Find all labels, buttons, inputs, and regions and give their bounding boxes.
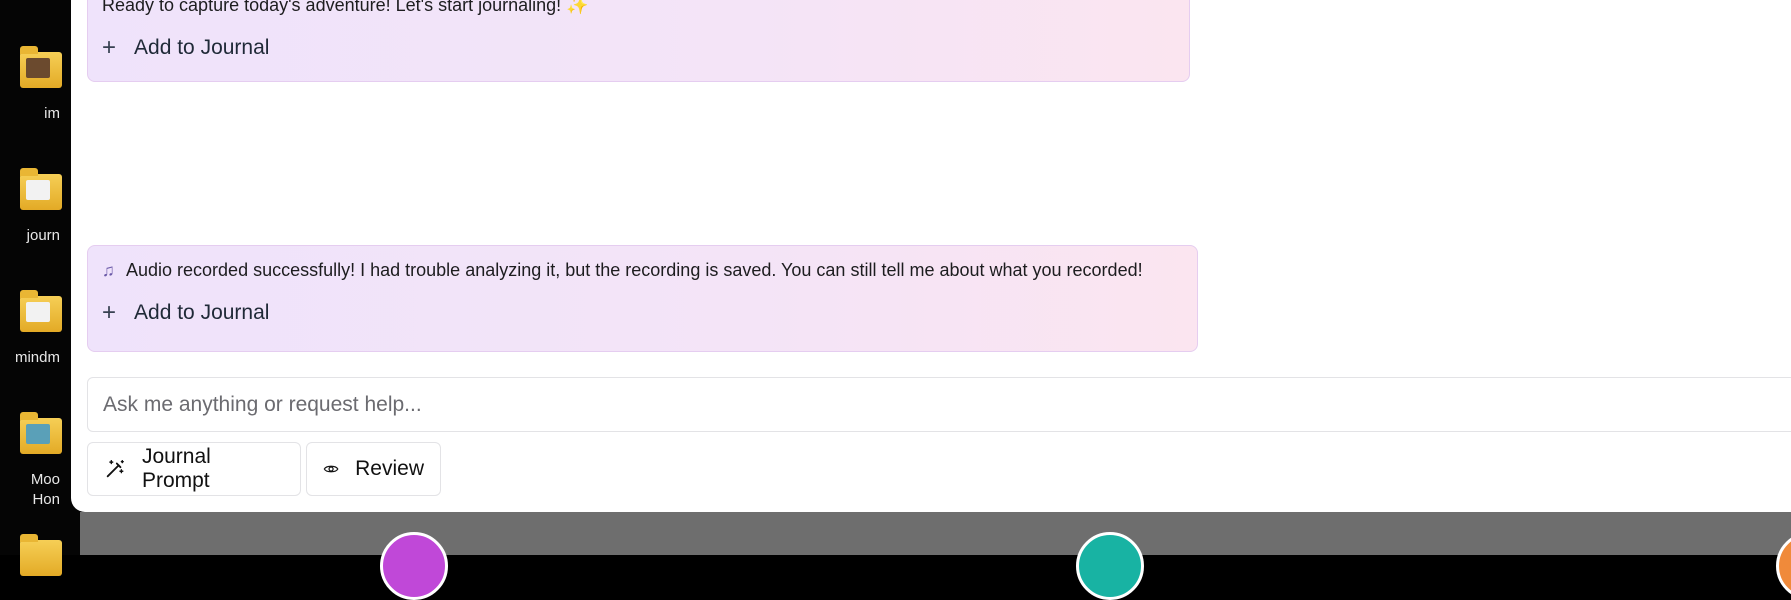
assistant-message-card: Ready to capture today's adventure! Let'… bbox=[87, 0, 1190, 82]
chat-input[interactable] bbox=[87, 377, 1791, 432]
avatar[interactable] bbox=[1776, 532, 1791, 600]
eye-icon bbox=[323, 465, 339, 473]
plus-icon: + bbox=[102, 299, 117, 326]
magic-wand-icon bbox=[106, 460, 124, 478]
image-folder-icon bbox=[20, 412, 62, 454]
folder-icon[interactable] bbox=[20, 534, 62, 576]
music-note-icon: ♫ bbox=[102, 261, 115, 280]
journal-prompt-label: Journal Prompt bbox=[141, 445, 211, 492]
folder-icon bbox=[20, 290, 62, 332]
add-to-journal-button[interactable]: + Add to Journal bbox=[102, 36, 269, 60]
journal-prompt-button[interactable]: Journal Prompt bbox=[87, 442, 301, 496]
image-folder-icon bbox=[20, 46, 62, 88]
add-to-journal-button[interactable]: + Add to Journal bbox=[102, 301, 269, 325]
review-label: Review bbox=[355, 457, 424, 480]
add-to-journal-label: Add to Journal bbox=[134, 36, 270, 59]
journal-chat-panel: Ready to capture today's adventure! Let'… bbox=[71, 0, 1791, 512]
plus-icon: + bbox=[102, 34, 117, 61]
avatar[interactable] bbox=[1076, 532, 1144, 600]
review-button[interactable]: Review bbox=[306, 442, 441, 496]
desktop-icon-label: Moo Hon bbox=[30, 471, 60, 508]
avatar[interactable] bbox=[380, 532, 448, 600]
assistant-message-card: ♫ Audio recorded successfully! I had trou… bbox=[87, 245, 1198, 352]
message-text: Audio recorded successfully! I had troub… bbox=[126, 260, 1143, 280]
desktop-icon-label: journ bbox=[26, 227, 60, 244]
desktop-icon-label: mindm bbox=[14, 349, 60, 366]
desktop-area: im journ mindm Moo Hon bbox=[0, 0, 80, 576]
message-text: Ready to capture today's adventure! Let'… bbox=[102, 0, 589, 15]
desktop-icon-label: im bbox=[44, 105, 60, 122]
dock-bar bbox=[80, 512, 1791, 600]
folder-icon bbox=[20, 168, 62, 210]
add-to-journal-label: Add to Journal bbox=[134, 301, 270, 324]
message-row: ♫ Audio recorded successfully! I had trou… bbox=[102, 260, 1143, 281]
